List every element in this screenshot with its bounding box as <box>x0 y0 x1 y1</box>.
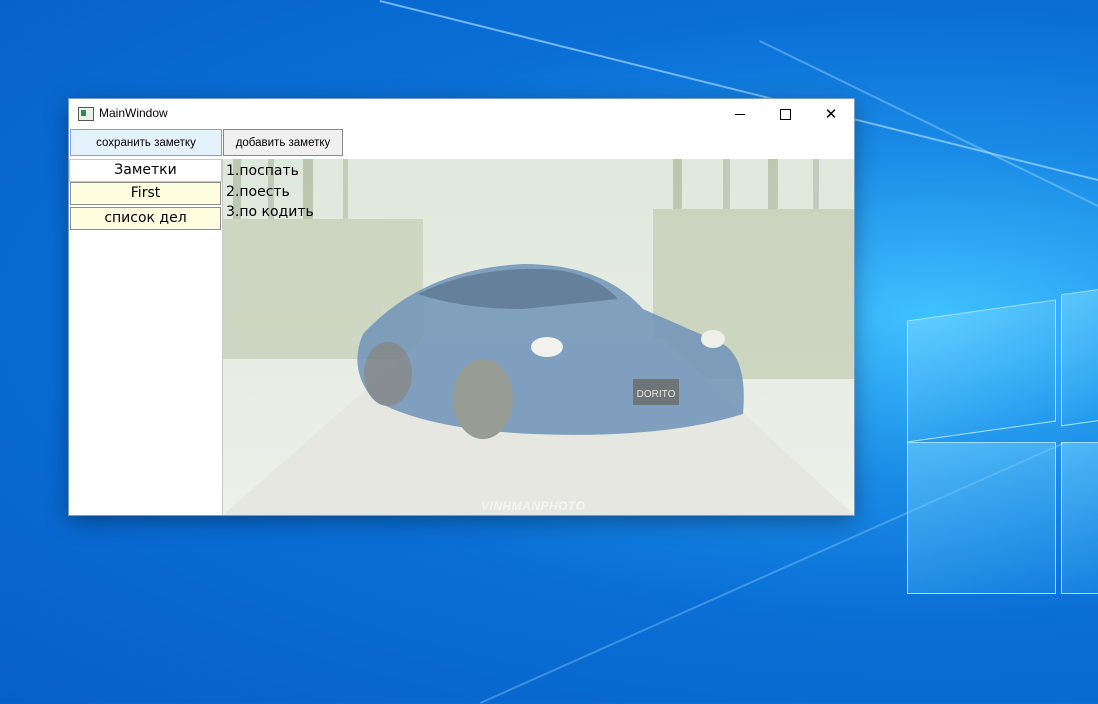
close-icon: ✕ <box>824 104 838 123</box>
close-button[interactable]: ✕ <box>808 99 854 129</box>
note-line: 2.поесть <box>226 183 290 200</box>
notes-header: Заметки <box>69 159 222 182</box>
maximize-button[interactable] <box>762 99 808 129</box>
note-line: 3.по кодить <box>226 204 314 220</box>
note-list-item-todo[interactable]: список дел <box>70 207 221 230</box>
note-text[interactable]: 1.поспать 2.поесть 3.по кодить <box>226 161 314 223</box>
note-line: 1.поспать <box>226 163 299 179</box>
minimize-button[interactable] <box>717 99 763 129</box>
save-note-button[interactable]: сохранить заметку <box>70 129 222 156</box>
app-icon <box>78 107 94 121</box>
toolbar: сохранить заметку добавить заметку <box>69 129 854 158</box>
windows-logo <box>905 280 1098 600</box>
notes-sidebar: Заметки First список дел <box>69 159 223 515</box>
note-list-item-first[interactable]: First <box>70 182 221 205</box>
main-window: MainWindow ✕ сохранить заметку добавить … <box>69 99 854 515</box>
photo-watermark: VINHMANPHOTO <box>481 499 586 513</box>
title-bar[interactable]: MainWindow ✕ <box>69 99 854 129</box>
car-photo-background: DORITO <box>223 159 854 515</box>
note-editor[interactable]: DORITO 1.поспать 2.поесть 3.по кодить VI… <box>223 159 854 515</box>
window-title: MainWindow <box>99 106 168 120</box>
minimize-icon <box>735 113 745 115</box>
add-note-button[interactable]: добавить заметку <box>223 129 343 156</box>
maximize-icon <box>779 108 791 120</box>
license-plate-text: DORITO <box>637 389 676 400</box>
